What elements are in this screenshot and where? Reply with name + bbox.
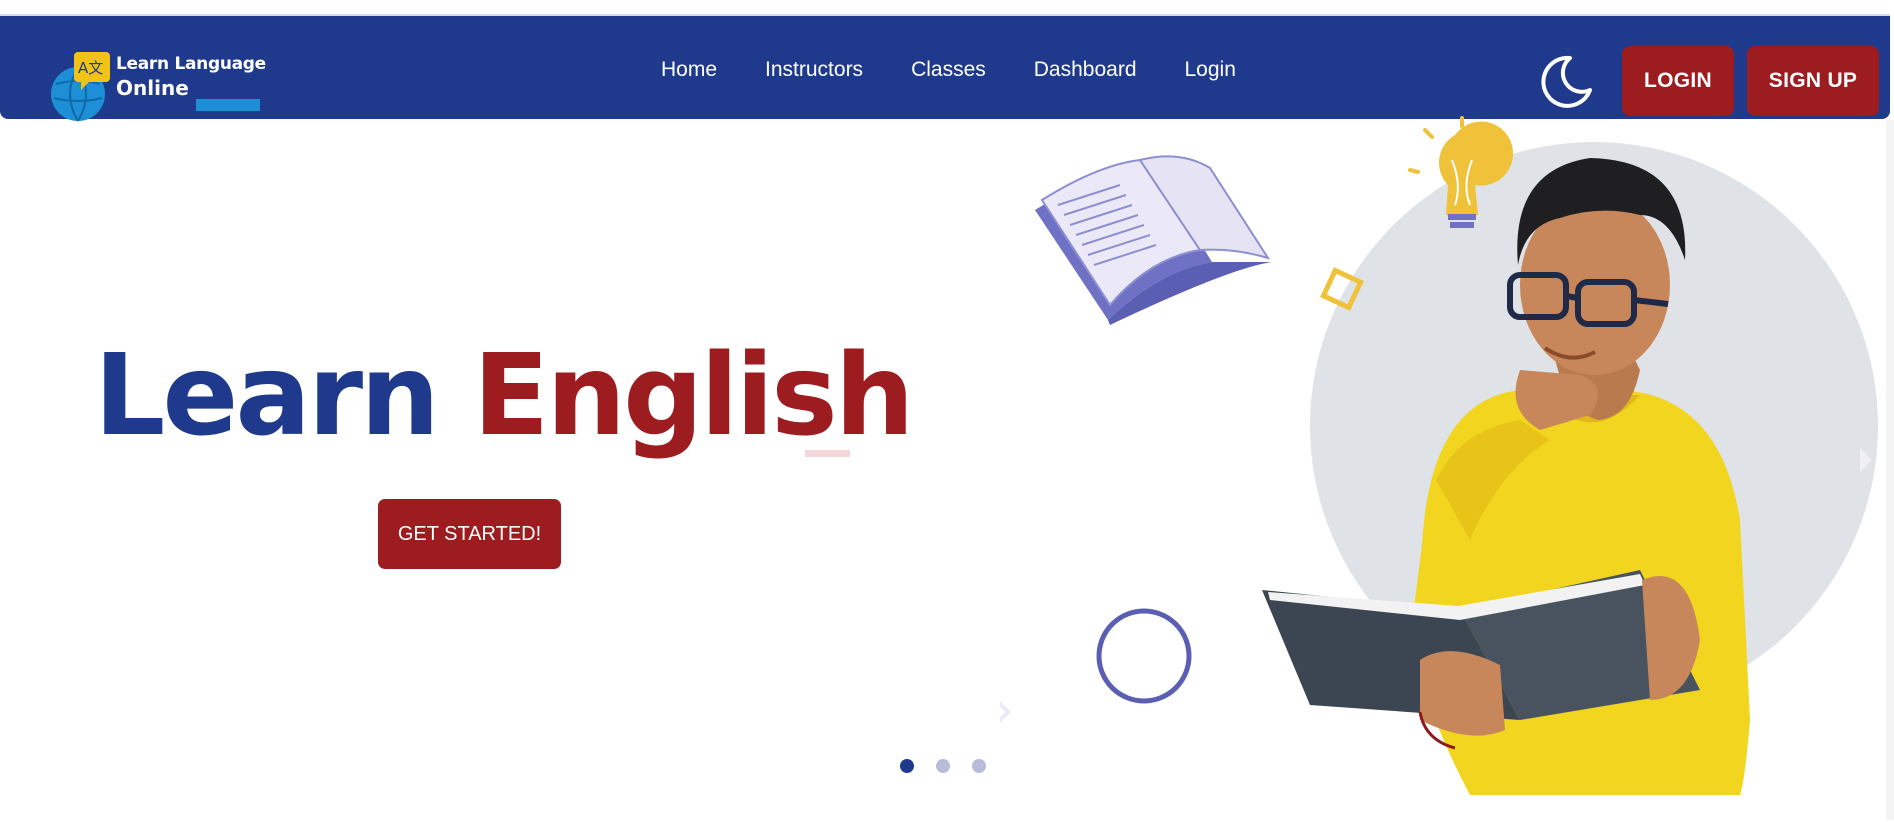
- hero-illustration: [1000, 116, 1878, 795]
- outline-diamond-shape: [1000, 687, 1012, 737]
- carousel-dot-2[interactable]: [936, 759, 950, 773]
- typing-cursor: [805, 450, 850, 457]
- hero-word-learn: Learn: [94, 331, 440, 461]
- nav-instructors[interactable]: Instructors: [765, 58, 863, 82]
- carousel-dot-1[interactable]: [900, 759, 914, 773]
- page-scrollbar[interactable]: [1886, 120, 1894, 820]
- hero-word-english: English: [472, 331, 915, 461]
- logo-line1: Learn Language: [116, 54, 266, 74]
- get-started-button[interactable]: GET STARTED!: [378, 499, 561, 569]
- logo-text: Learn Language Online: [116, 54, 266, 100]
- carousel-next-arrow[interactable]: [1860, 448, 1872, 472]
- globe-icon: A文: [51, 52, 110, 122]
- nav-home[interactable]: Home: [661, 58, 717, 82]
- carousel-indicators: [900, 759, 986, 773]
- site-logo[interactable]: A文 Learn Language Online: [48, 44, 278, 124]
- moon-icon[interactable]: [1540, 54, 1594, 108]
- translate-glyph: A文: [78, 59, 103, 77]
- logo-line2: Online: [116, 76, 189, 100]
- ring-shape: [1096, 608, 1192, 704]
- hero-title: Learn English: [94, 340, 914, 452]
- signup-button[interactable]: SIGN UP: [1747, 46, 1879, 116]
- open-book-icon: [1035, 155, 1272, 325]
- top-navbar: A文 Learn Language Online Home Instructor…: [0, 14, 1890, 122]
- main-nav: Home Instructors Classes Dashboard Login: [661, 58, 1236, 82]
- nav-dashboard[interactable]: Dashboard: [1034, 58, 1137, 82]
- nav-classes[interactable]: Classes: [911, 58, 986, 82]
- logo-underline: [196, 99, 260, 111]
- nav-login[interactable]: Login: [1185, 58, 1236, 82]
- carousel-dot-3[interactable]: [972, 759, 986, 773]
- login-button[interactable]: LOGIN: [1622, 46, 1734, 116]
